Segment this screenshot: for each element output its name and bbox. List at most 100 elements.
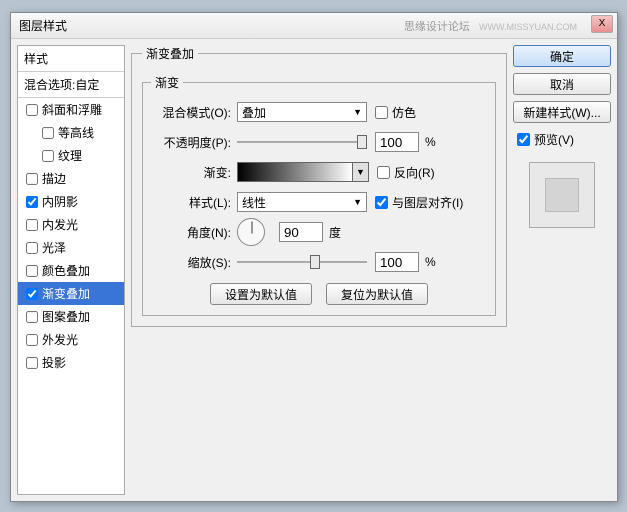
gradient-row: 渐变: ▼ 反向(R) [151, 161, 487, 183]
dither-label: 仿色 [392, 104, 416, 121]
percent-label: % [425, 255, 436, 269]
right-panel: 确定 取消 新建样式(W)... 预览(V) [513, 45, 611, 495]
chevron-down-icon: ▼ [353, 107, 362, 117]
angle-input[interactable] [279, 222, 323, 242]
preview-checkbox[interactable]: 预览(V) [513, 131, 611, 148]
dither-checkbox[interactable]: 仿色 [375, 104, 416, 121]
style-item[interactable]: 投影 [18, 351, 124, 374]
align-label: 与图层对齐(I) [392, 194, 463, 211]
opacity-input[interactable] [375, 132, 419, 152]
style-label: 样式(L): [151, 194, 237, 211]
style-item-label: 光泽 [42, 239, 66, 256]
style-item-label: 纹理 [58, 147, 82, 164]
styles-header: 样式 [18, 46, 124, 72]
new-style-button[interactable]: 新建样式(W)... [513, 101, 611, 123]
watermark-text: 思缘设计论坛 [404, 21, 470, 33]
style-item-checkbox[interactable] [26, 104, 38, 116]
style-item-label: 渐变叠加 [42, 285, 90, 302]
preview-box [529, 162, 595, 228]
degree-label: 度 [329, 224, 341, 241]
opacity-row: 不透明度(P): % [151, 131, 487, 153]
button-row: 设置为默认值 复位为默认值 [151, 283, 487, 305]
align-checkbox[interactable]: 与图层对齐(I) [375, 194, 463, 211]
preview-label: 预览(V) [534, 131, 574, 148]
style-item-checkbox[interactable] [26, 288, 38, 300]
chevron-down-icon: ▼ [353, 197, 362, 207]
style-item-checkbox[interactable] [26, 196, 38, 208]
angle-dial[interactable] [237, 218, 265, 246]
style-item-label: 等高线 [58, 124, 94, 141]
scale-label: 缩放(S): [151, 254, 237, 271]
make-default-button[interactable]: 设置为默认值 [210, 283, 312, 305]
style-item[interactable]: 纹理 [18, 144, 124, 167]
layer-style-dialog: 图层样式 思缘设计论坛 WWW.MISSYUAN.COM X 样式 混合选项:自… [10, 12, 618, 502]
cancel-button[interactable]: 取消 [513, 73, 611, 95]
blend-mode-row: 混合模式(O): 叠加 ▼ 仿色 [151, 101, 487, 123]
style-item-checkbox[interactable] [26, 311, 38, 323]
scale-row: 缩放(S): % [151, 251, 487, 273]
style-item-checkbox[interactable] [42, 150, 54, 162]
style-item-checkbox[interactable] [26, 265, 38, 277]
style-item-checkbox[interactable] [26, 173, 38, 185]
styles-panel: 样式 混合选项:自定 斜面和浮雕等高线纹理描边内阴影内发光光泽颜色叠加渐变叠加图… [17, 45, 125, 495]
style-item-checkbox[interactable] [26, 242, 38, 254]
reverse-check-input[interactable] [377, 166, 390, 179]
style-dropdown[interactable]: 线性 ▼ [237, 192, 367, 212]
style-item-label: 内发光 [42, 216, 78, 233]
dither-check-input[interactable] [375, 106, 388, 119]
style-item-checkbox[interactable] [26, 357, 38, 369]
gradient-swatch[interactable] [237, 162, 353, 182]
scale-input[interactable] [375, 252, 419, 272]
style-item-checkbox[interactable] [26, 219, 38, 231]
style-item[interactable]: 内发光 [18, 213, 124, 236]
opacity-slider[interactable] [237, 134, 367, 150]
ok-button[interactable]: 确定 [513, 45, 611, 67]
blend-mode-label: 混合模式(O): [151, 104, 237, 121]
watermark: 思缘设计论坛 WWW.MISSYUAN.COM [404, 18, 577, 34]
style-item-label: 内阴影 [42, 193, 78, 210]
reset-default-button[interactable]: 复位为默认值 [326, 283, 428, 305]
style-row: 样式(L): 线性 ▼ 与图层对齐(I) [151, 191, 487, 213]
angle-label: 角度(N): [151, 224, 237, 241]
reverse-checkbox[interactable]: 反向(R) [377, 164, 435, 181]
style-item[interactable]: 内阴影 [18, 190, 124, 213]
style-item[interactable]: 光泽 [18, 236, 124, 259]
style-item[interactable]: 斜面和浮雕 [18, 98, 124, 121]
style-item[interactable]: 渐变叠加 [18, 282, 124, 305]
style-item-label: 外发光 [42, 331, 78, 348]
slider-thumb[interactable] [357, 135, 367, 149]
style-item[interactable]: 颜色叠加 [18, 259, 124, 282]
gradient-inner-group: 渐变 混合模式(O): 叠加 ▼ 仿色 不透明度(P): [142, 74, 496, 316]
percent-label: % [425, 135, 436, 149]
gradient-label: 渐变: [151, 164, 237, 181]
center-panel: 渐变叠加 渐变 混合模式(O): 叠加 ▼ 仿色 [131, 45, 507, 495]
style-item-checkbox[interactable] [26, 334, 38, 346]
style-item-checkbox[interactable] [42, 127, 54, 139]
style-item[interactable]: 等高线 [18, 121, 124, 144]
opacity-label: 不透明度(P): [151, 134, 237, 151]
scale-slider[interactable] [237, 254, 367, 270]
slider-thumb[interactable] [310, 255, 320, 269]
gradient-dropdown-button[interactable]: ▼ [353, 162, 369, 182]
titlebar: 图层样式 思缘设计论坛 WWW.MISSYUAN.COM X [11, 13, 617, 39]
blend-mode-dropdown[interactable]: 叠加 ▼ [237, 102, 367, 122]
preview-check-input[interactable] [517, 133, 530, 146]
style-item[interactable]: 描边 [18, 167, 124, 190]
gradient-overlay-group: 渐变叠加 渐变 混合模式(O): 叠加 ▼ 仿色 [131, 45, 507, 327]
style-item-label: 斜面和浮雕 [42, 101, 102, 118]
reverse-label: 反向(R) [394, 164, 435, 181]
group-title: 渐变叠加 [142, 45, 198, 62]
style-item-label: 描边 [42, 170, 66, 187]
style-item-label: 图案叠加 [42, 308, 90, 325]
close-button[interactable]: X [591, 15, 613, 33]
style-value: 线性 [242, 194, 266, 211]
style-item-label: 投影 [42, 354, 66, 371]
angle-row: 角度(N): 度 [151, 221, 487, 243]
style-list: 斜面和浮雕等高线纹理描边内阴影内发光光泽颜色叠加渐变叠加图案叠加外发光投影 [18, 98, 124, 374]
content: 样式 混合选项:自定 斜面和浮雕等高线纹理描边内阴影内发光光泽颜色叠加渐变叠加图… [11, 39, 617, 501]
align-check-input[interactable] [375, 196, 388, 209]
style-item[interactable]: 图案叠加 [18, 305, 124, 328]
blend-options-item[interactable]: 混合选项:自定 [18, 72, 124, 98]
style-item-label: 颜色叠加 [42, 262, 90, 279]
style-item[interactable]: 外发光 [18, 328, 124, 351]
